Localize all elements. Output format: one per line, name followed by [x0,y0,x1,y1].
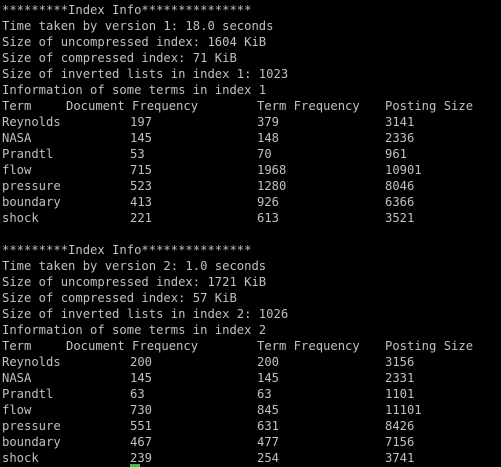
table-header: Term Document Frequency Term Frequency P… [2,338,501,354]
posting-size-cell: 2336 [385,131,415,145]
header-document-frequency: Document Frequency [66,99,199,113]
term-frequency-cell: 631 [257,419,280,433]
doc-frequency-cell: 53 [130,147,145,161]
doc-frequency-cell: 200 [130,355,153,369]
index-info-banner: *********Index Info*************** [2,243,252,257]
header-posting-size: Posting Size [385,99,474,113]
term-cell: pressure [2,179,61,193]
term-cell: NASA [2,371,32,385]
doc-frequency-cell: 197 [130,115,153,129]
term-frequency-cell: 845 [257,403,280,417]
index-info-banner: *********Index Info*************** [2,3,252,17]
term-cell: NASA [2,131,32,145]
term-cell: boundary [2,435,61,449]
uncompressed-size-line: Size of uncompressed index: 1721 KiB [2,275,267,289]
table-row: flow 715 1968 10901 [2,162,501,178]
table-row: Reynolds 197 379 3141 [2,114,501,130]
term-cell: flow [2,163,32,177]
term-frequency-cell: 613 [257,211,280,225]
terminal-window[interactable]: *********Index Info*************** Time … [0,0,501,467]
header-posting-size: Posting Size [385,339,474,353]
term-frequency-cell: 1280 [257,179,287,193]
term-cell: shock [2,211,39,225]
uncompressed-size-line: Size of uncompressed index: 1604 KiB [2,35,267,49]
term-cell: Reynolds [2,115,61,129]
posting-size-cell: 8426 [385,419,415,433]
time-taken-line: Time taken by version 2: 1.0 seconds [2,259,267,273]
terms-info-line: Information of some terms in index 1 [2,83,267,97]
term-frequency-cell: 70 [257,147,272,161]
table-row: NASA 145 145 2331 [2,370,501,386]
term-frequency-cell: 1968 [257,163,287,177]
doc-frequency-cell: 715 [130,163,153,177]
inverted-lists-line: Size of inverted lists in index 1: 1023 [2,67,289,81]
posting-size-cell: 6366 [385,195,415,209]
doc-frequency-cell: 145 [130,131,153,145]
doc-frequency-cell: 730 [130,403,153,417]
table-header: Term Document Frequency Term Frequency P… [2,98,501,114]
header-term-frequency: Term Frequency [257,339,360,353]
term-frequency-cell: 477 [257,435,280,449]
posting-size-cell: 10901 [385,163,422,177]
header-term-frequency: Term Frequency [257,99,360,113]
table-row: pressure 551 631 8426 [2,418,501,434]
posting-size-cell: 2331 [385,371,415,385]
term-cell: shock [2,451,39,465]
posting-size-cell: 11101 [385,403,422,417]
posting-size-cell: 3521 [385,211,415,225]
header-document-frequency: Document Frequency [66,339,199,353]
posting-size-cell: 3741 [385,451,415,465]
term-frequency-cell: 200 [257,355,280,369]
compressed-size-line: Size of compressed index: 57 KiB [2,291,237,305]
term-cell: pressure [2,419,61,433]
inverted-lists-line: Size of inverted lists in index 2: 1026 [2,307,289,321]
terms-info-line: Information of some terms in index 2 [2,323,267,337]
term-cell: Reynolds [2,355,61,369]
term-frequency-cell: 379 [257,115,280,129]
table-row: boundary 413 926 6366 [2,194,501,210]
term-cell: flow [2,403,32,417]
term-frequency-cell: 926 [257,195,280,209]
doc-frequency-cell: 145 [130,371,153,385]
table-row: pressure 523 1280 8046 [2,178,501,194]
posting-size-cell: 1101 [385,387,415,401]
doc-frequency-cell: 413 [130,195,153,209]
term-cell: Prandtl [2,147,54,161]
table-row: shock 239 254 3741 [2,450,501,467]
term-frequency-cell: 148 [257,131,280,145]
term-cell: Prandtl [2,387,54,401]
posting-size-cell: 961 [385,147,408,161]
table-row: boundary 467 477 7156 [2,434,501,450]
table-row: NASA 145 148 2336 [2,130,501,146]
header-term: Term [2,339,32,353]
term-frequency-cell: 254 [257,451,280,465]
doc-frequency-cell: 551 [130,419,153,433]
doc-frequency-cell: 523 [130,179,153,193]
term-frequency-cell: 145 [257,371,280,385]
header-term: Term [2,99,32,113]
term-cell: boundary [2,195,61,209]
doc-frequency-cell: 467 [130,435,153,449]
posting-size-cell: 7156 [385,435,415,449]
doc-frequency-cell: 63 [130,387,145,401]
posting-size-cell: 3141 [385,115,415,129]
compressed-size-line: Size of compressed index: 71 KiB [2,51,237,65]
doc-frequency-cell: 221 [130,211,153,225]
term-frequency-cell: 63 [257,387,272,401]
table-row: Prandtl 53 70 961 [2,146,501,162]
table-row: Prandtl 63 63 1101 [2,386,501,402]
time-taken-line: Time taken by version 1: 18.0 seconds [2,19,274,33]
posting-size-cell: 8046 [385,179,415,193]
table-row: Reynolds 200 200 3156 [2,354,501,370]
table-row: flow 730 845 11101 [2,402,501,418]
posting-size-cell: 3156 [385,355,415,369]
table-row: shock 221 613 3521 [2,210,501,226]
